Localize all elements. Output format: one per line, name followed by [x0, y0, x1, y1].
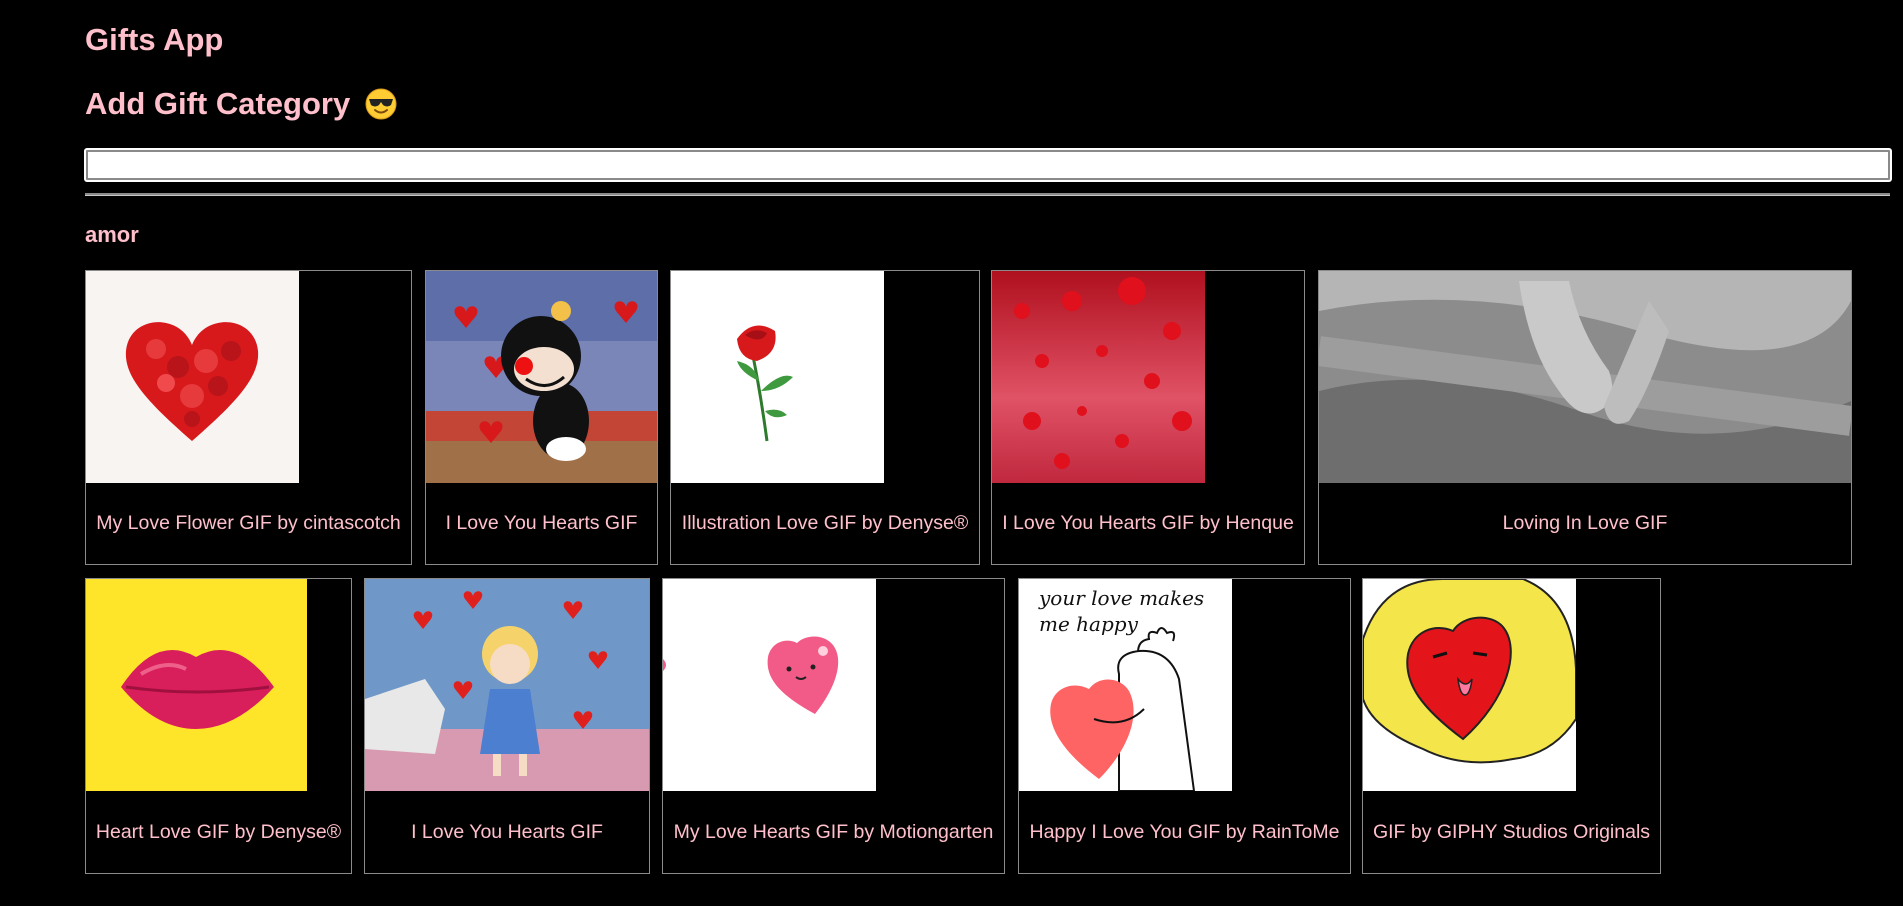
gif-title: Happy I Love You GIF by RainToMe — [1029, 820, 1340, 843]
gif-card[interactable]: your love makes me happy Happy I Love Yo… — [1018, 578, 1351, 874]
gif-card[interactable]: My Love Flower GIF by cintascotch — [85, 270, 412, 565]
hug-heart-sketch-icon: your love makes me happy — [1019, 579, 1232, 791]
add-category-title: Add Gift Category — [85, 86, 351, 121]
gif-card[interactable]: GIF by GIPHY Studios Originals — [1362, 578, 1661, 874]
gif-title: I Love You Hearts GIF — [411, 820, 603, 843]
gif-title: I Love You Hearts GIF by Henque — [1002, 511, 1294, 534]
gif-card[interactable]: Loving In Love GIF — [1318, 270, 1852, 565]
hands-holding-heart-icon — [1363, 579, 1576, 791]
smiling-face-with-sunglasses-icon — [364, 87, 398, 121]
gif-title: My Love Flower GIF by cintascotch — [96, 511, 401, 534]
gif-title: Heart Love GIF by Denyse® — [95, 820, 342, 843]
gif-title: Illustration Love GIF by Denyse® — [681, 511, 969, 534]
gif-card[interactable]: Heart Love GIF by Denyse® — [85, 578, 352, 874]
rose-petal-heart-icon — [86, 271, 299, 483]
gif-card[interactable]: My Love Hearts GIF by Motiongarten — [662, 578, 1005, 874]
sketch-text: your love makes — [1038, 586, 1204, 610]
red-rose-icon — [671, 271, 884, 483]
pink-smiling-heart-icon — [663, 579, 876, 791]
sketch-text: me happy — [1039, 612, 1139, 636]
category-search-input[interactable] — [84, 148, 1892, 182]
cartoon-character-hearts-icon — [426, 271, 657, 483]
gif-card[interactable]: I Love You Hearts GIF by Henque — [991, 270, 1305, 565]
gif-title: My Love Hearts GIF by Motiongarten — [673, 820, 994, 843]
cartoon-girl-hearts-icon — [365, 579, 649, 791]
app-title: Gifts App — [85, 22, 224, 57]
gif-card[interactable]: I Love You Hearts GIF — [425, 270, 658, 565]
gif-card[interactable]: I Love You Hearts GIF — [364, 578, 650, 874]
holding-hands-photo-icon — [1319, 271, 1851, 483]
gif-title: Loving In Love GIF — [1502, 511, 1668, 534]
gif-title: GIF by GIPHY Studios Originals — [1372, 820, 1651, 843]
divider — [85, 193, 1890, 196]
red-lips-icon — [86, 579, 307, 791]
falling-red-hearts-icon — [992, 271, 1205, 483]
category-title: amor — [85, 222, 139, 247]
add-category-heading: Add Gift Category — [85, 86, 398, 122]
gif-card[interactable]: Illustration Love GIF by Denyse® — [670, 270, 980, 565]
gif-title: I Love You Hearts GIF — [445, 511, 638, 534]
